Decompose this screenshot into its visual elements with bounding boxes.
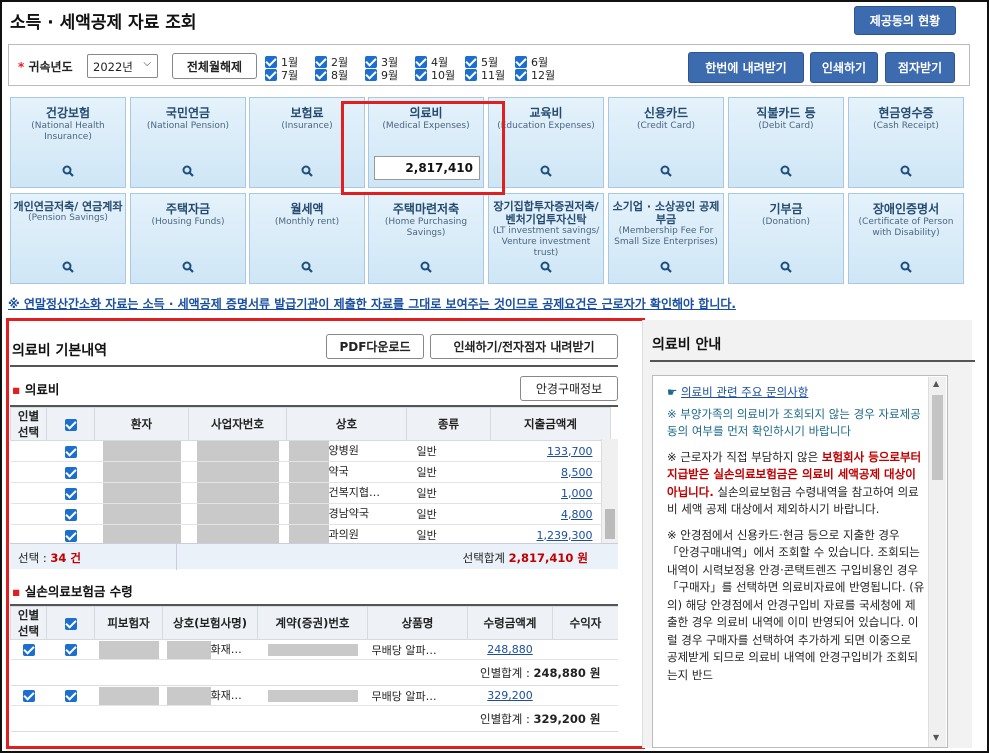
guide-paragraph-1: ※ 부양가족의 의료비가 조회되지 않는 경우 자료제공동의 여부를 먼저 확인… bbox=[667, 406, 921, 439]
toggle-all-months-button[interactable]: 전체월해제 bbox=[172, 53, 257, 79]
category-card[interactable]: 국민연금 (National Pension) bbox=[130, 97, 246, 188]
category-card[interactable]: 주택자금 (Housing Funds) bbox=[130, 193, 246, 284]
category-card[interactable]: 장기집합투자증권저축/ 벤처기업투자신탁 (LT investment savin… bbox=[488, 193, 604, 284]
category-card[interactable]: 직불카드 등 (Debit Card) bbox=[728, 97, 844, 188]
search-icon[interactable] bbox=[182, 165, 194, 177]
checkbox-icon[interactable] bbox=[315, 69, 327, 81]
month-checkbox[interactable]: 10월 bbox=[415, 67, 455, 83]
page-title: 소득 · 세액공제 자료 조회 bbox=[10, 13, 197, 33]
month-checkbox[interactable]: 8월 bbox=[315, 67, 348, 83]
month-checkbox[interactable]: 7월 bbox=[265, 67, 298, 83]
guide-scroll-thumb[interactable] bbox=[932, 395, 943, 480]
category-card[interactable]: 개인연금저축/ 연금계좌 (Pension Savings) bbox=[10, 193, 126, 284]
notice-text: ※ 연말정산간소화 자료는 소득 · 세액공제 증명서류 발급기관이 제출한 자… bbox=[8, 297, 736, 311]
search-icon[interactable] bbox=[62, 261, 74, 273]
search-icon[interactable] bbox=[182, 261, 194, 273]
search-icon[interactable] bbox=[301, 261, 313, 273]
month-checkbox[interactable]: 11월 bbox=[465, 67, 505, 83]
guide-paragraph-2: ※ 근로자가 직접 부담하지 않은 보험회사 등으로부터 지급받은 실손의료보험… bbox=[667, 449, 922, 517]
month-checkbox[interactable]: 9월 bbox=[365, 67, 398, 83]
search-icon[interactable] bbox=[540, 165, 552, 177]
medical-highlight-box bbox=[341, 101, 505, 195]
category-card[interactable]: 교육비 (Education Expenses) bbox=[488, 97, 604, 188]
category-card[interactable]: 주택마련저축 (Home Purchasing Savings) bbox=[368, 193, 484, 284]
external-link-icon: ☛ bbox=[667, 385, 678, 399]
search-icon[interactable] bbox=[660, 261, 672, 273]
chevron-down-icon: ⌵ bbox=[143, 58, 151, 69]
print-button[interactable]: 인쇄하기 bbox=[810, 52, 878, 83]
category-card[interactable]: 소기업 · 소상공인 공제부금 (Membership Fee For Small… bbox=[608, 193, 724, 284]
search-icon[interactable] bbox=[62, 165, 74, 177]
search-icon[interactable] bbox=[420, 261, 432, 273]
search-icon[interactable] bbox=[900, 165, 912, 177]
detail-highlight-box bbox=[6, 318, 645, 749]
guide-heading: 의료비 안내 bbox=[652, 337, 722, 353]
category-card[interactable]: 건강보험 (National Health Insurance) bbox=[10, 97, 126, 188]
search-icon[interactable] bbox=[540, 261, 552, 273]
checkbox-icon[interactable] bbox=[465, 69, 477, 81]
month-checkbox[interactable]: 12월 bbox=[515, 67, 555, 83]
checkbox-icon[interactable] bbox=[415, 69, 427, 81]
faq-link[interactable]: 의료비 관련 주요 문의사항 bbox=[681, 385, 808, 399]
checkbox-icon[interactable] bbox=[265, 69, 277, 81]
guide-paragraph-3: ※ 안경점에서 신용카드·현금 등으로 지출한 경우 「안경구매내역」에서 조회… bbox=[667, 527, 925, 682]
category-card[interactable]: 기부금 (Donation) bbox=[728, 193, 844, 284]
guide-divider bbox=[650, 360, 975, 362]
guide-scrollbar[interactable]: ▲ ▼ bbox=[928, 377, 946, 747]
category-card[interactable]: 월세액 (Monthly rent) bbox=[249, 193, 365, 284]
braille-button[interactable]: 점자받기 bbox=[885, 52, 955, 83]
search-icon[interactable] bbox=[780, 261, 792, 273]
download-all-button[interactable]: 한번에 내려받기 bbox=[688, 52, 804, 83]
year-select[interactable]: 2022년 ⌵ bbox=[87, 54, 158, 78]
category-card[interactable]: 장애인증명서 (Certificate of Person with Disabi… bbox=[848, 193, 964, 284]
search-icon[interactable] bbox=[660, 165, 672, 177]
year-label: * 귀속년도 bbox=[18, 60, 73, 74]
consent-status-button[interactable]: 제공동의 현황 bbox=[854, 6, 956, 35]
scroll-up-icon[interactable]: ▲ bbox=[933, 379, 939, 388]
checkbox-icon[interactable] bbox=[515, 69, 527, 81]
scroll-down-icon[interactable]: ▼ bbox=[933, 733, 939, 742]
search-icon[interactable] bbox=[900, 261, 912, 273]
category-card[interactable]: 현금영수증 (Cash Receipt) bbox=[848, 97, 964, 188]
category-card[interactable]: 신용카드 (Credit Card) bbox=[608, 97, 724, 188]
search-icon[interactable] bbox=[780, 165, 792, 177]
search-icon[interactable] bbox=[301, 165, 313, 177]
guide-box: ☛ 의료비 관련 주요 문의사항 ※ 부양가족의 의료비가 조회되지 않는 경우… bbox=[652, 375, 948, 748]
checkbox-icon[interactable] bbox=[365, 69, 377, 81]
